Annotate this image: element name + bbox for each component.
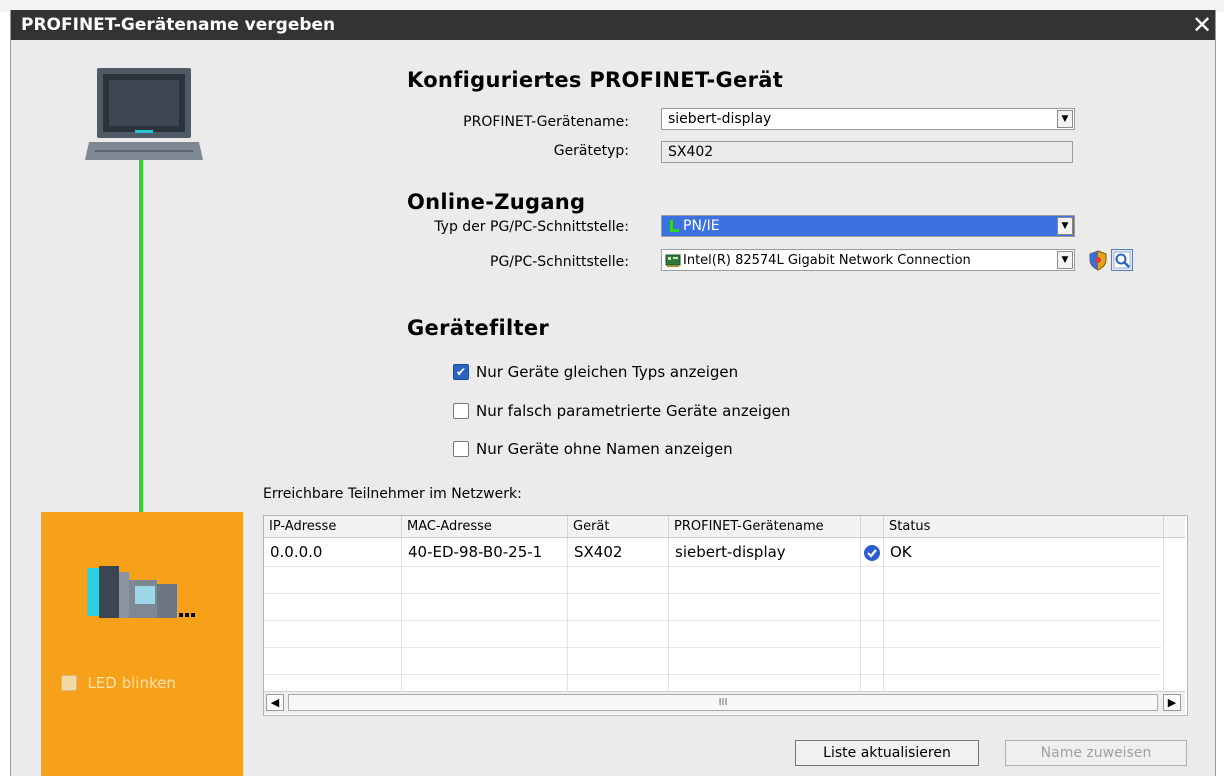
row-device: SX402	[568, 539, 669, 566]
pg-laptop-icon	[85, 68, 203, 160]
col-divider	[860, 538, 861, 690]
pn-ie-network-icon	[670, 220, 679, 232]
horizontal-scrollbar[interactable]: ◀ III ▶	[264, 691, 1185, 714]
led-blink-checkbox[interactable]: LED blinken	[61, 674, 176, 692]
device-name-value: siebert-display	[668, 111, 772, 127]
filter-no-name-checkbox[interactable]: Nur Geräte ohne Namen anzeigen	[453, 439, 733, 458]
unchecked-box-icon	[453, 402, 469, 419]
refresh-list-button[interactable]: Liste aktualisieren	[795, 740, 979, 766]
table-row[interactable]: 0.0.0.0 40-ED-98-B0-25-1 SX402 siebert-d…	[264, 539, 1185, 566]
row-profinet-name: siebert-display	[669, 539, 861, 566]
scroll-thumb-grip: III	[718, 697, 728, 708]
close-button[interactable]: ✕	[1189, 10, 1215, 40]
device-name-dropdown[interactable]: siebert-display ▼	[661, 108, 1075, 130]
row-ip: 0.0.0.0	[264, 539, 402, 566]
led-blink-check-icon	[61, 675, 77, 691]
col-header-filler	[1164, 516, 1185, 538]
col-divider	[567, 538, 568, 690]
filter-no-name-label: Nur Geräte ohne Namen anzeigen	[476, 439, 733, 458]
network-list-label: Erreichbare Teilnehmer im Netzwerk:	[263, 486, 522, 502]
col-divider	[883, 538, 884, 690]
device-type-field: SX402	[661, 141, 1073, 163]
interface-type-dropdown[interactable]: PN/IE ▼	[661, 215, 1075, 237]
interface-dropdown[interactable]: Intel(R) 82574L Gigabit Network Connecti…	[661, 249, 1075, 271]
status-ok-icon	[864, 544, 880, 561]
filter-same-type-label: Nur Geräte gleichen Typs anzeigen	[476, 362, 739, 381]
device-name-label: PROFINET-Gerätename:	[463, 114, 629, 130]
interface-label: PG/PC-Schnittstelle:	[490, 254, 629, 270]
scroll-thumb[interactable]: III	[288, 694, 1158, 711]
plc-device-icon	[87, 566, 195, 618]
assign-name-button[interactable]: Name zuweisen	[1005, 740, 1187, 766]
device-filter-heading: Gerätefilter	[407, 316, 550, 340]
interface-value: Intel(R) 82574L Gigabit Network Connecti…	[683, 253, 971, 268]
chevron-down-icon[interactable]: ▼	[1057, 217, 1073, 235]
col-divider	[668, 538, 669, 690]
col-header-status-icon[interactable]	[861, 516, 884, 538]
filter-same-type-checkbox[interactable]: ✔ Nur Geräte gleichen Typs anzeigen	[453, 362, 738, 381]
row-divider	[264, 674, 1161, 675]
col-header-status[interactable]: Status	[884, 516, 1164, 538]
online-access-heading: Online-Zugang	[407, 190, 586, 214]
configured-device-heading: Konfiguriertes PROFINET-Gerät	[407, 68, 784, 92]
filter-misparam-checkbox[interactable]: Nur falsch parametrierte Geräte anzeigen	[453, 401, 790, 420]
row-divider	[264, 620, 1161, 621]
network-card-icon	[665, 254, 681, 267]
interface-type-value: PN/IE	[683, 218, 720, 234]
network-devices-table: IP-Adresse MAC-Adresse Gerät PROFINET-Ge…	[263, 515, 1188, 716]
col-header-mac[interactable]: MAC-Adresse	[402, 516, 568, 538]
row-divider	[264, 566, 1161, 567]
row-status: OK	[884, 539, 1164, 566]
search-device-icon[interactable]	[1111, 249, 1133, 271]
col-header-profinet-name[interactable]: PROFINET-Gerätename	[669, 516, 861, 538]
col-divider	[1163, 538, 1164, 690]
row-divider	[264, 647, 1161, 648]
chevron-down-icon[interactable]: ▼	[1057, 251, 1073, 269]
dialog-title: PROFINET-Gerätename vergeben	[11, 10, 1205, 40]
row-mac: 40-ED-98-B0-25-1	[402, 539, 568, 566]
col-divider	[401, 538, 402, 690]
row-divider	[264, 593, 1161, 594]
col-header-device[interactable]: Gerät	[568, 516, 669, 538]
row-status-icon-cell	[861, 539, 884, 566]
col-header-ip[interactable]: IP-Adresse	[264, 516, 402, 538]
filter-misparam-label: Nur falsch parametrierte Geräte anzeigen	[476, 401, 791, 420]
unchecked-box-icon	[453, 440, 469, 457]
checkmark-icon: ✔	[453, 363, 469, 380]
device-panel	[41, 512, 243, 776]
scroll-right-icon[interactable]: ▶	[1163, 694, 1181, 711]
led-blink-label: LED blinken	[87, 674, 176, 692]
shield-icon[interactable]	[1087, 249, 1109, 271]
interface-type-label: Typ der PG/PC-Schnittstelle:	[434, 219, 629, 235]
chevron-down-icon[interactable]: ▼	[1057, 110, 1073, 128]
device-type-label: Gerätetyp:	[553, 143, 629, 159]
assign-name-dialog: PROFINET-Gerätename vergeben ✕ LED blink…	[10, 10, 1216, 776]
scroll-left-icon[interactable]: ◀	[266, 694, 284, 711]
device-type-value: SX402	[668, 144, 714, 160]
